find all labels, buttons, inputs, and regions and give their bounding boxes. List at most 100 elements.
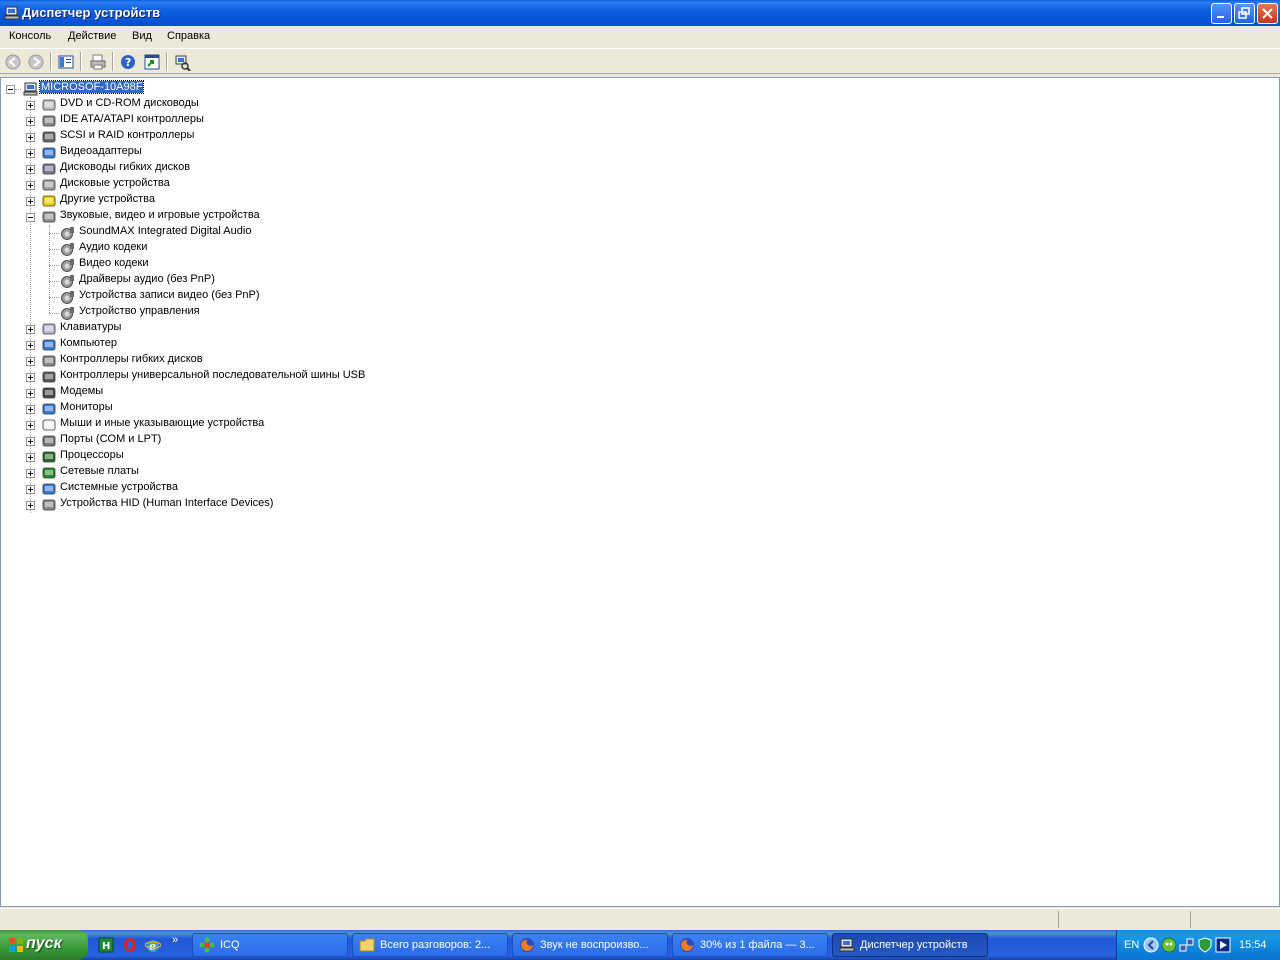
export-icon xyxy=(144,54,160,70)
category-expand-toggle[interactable] xyxy=(26,357,35,366)
tree-root-collapse-toggle[interactable] xyxy=(6,85,15,94)
category-expand-toggle[interactable] xyxy=(26,469,35,478)
category-expand-toggle[interactable] xyxy=(26,117,35,126)
menu-action[interactable]: Действие xyxy=(66,30,118,42)
category-label[interactable]: Компьютер xyxy=(59,337,118,349)
category-label[interactable]: Контроллеры гибких дисков xyxy=(59,353,204,365)
svg-text:Н: Н xyxy=(102,941,110,952)
hid-icon xyxy=(42,499,56,511)
category-expand-toggle[interactable] xyxy=(26,389,35,398)
forward-button[interactable] xyxy=(27,53,45,71)
menu-bar: Консоль Действие Вид Справка xyxy=(0,26,1280,48)
category-expand-toggle[interactable] xyxy=(26,197,35,206)
windows-flag-icon xyxy=(9,938,23,952)
svg-text:?: ? xyxy=(125,56,131,69)
print-button[interactable] xyxy=(89,53,107,71)
category-expand-toggle[interactable] xyxy=(26,453,35,462)
quicklaunch-green-app-icon[interactable]: Н xyxy=(98,937,114,953)
device-label[interactable]: Видео кодеки xyxy=(78,257,150,269)
category-label[interactable]: Видеоадаптеры xyxy=(59,145,143,157)
task-label: Диспетчер устройств xyxy=(860,939,968,951)
category-label[interactable]: Модемы xyxy=(59,385,104,397)
device-manager-icon xyxy=(839,938,855,952)
restore-icon xyxy=(1238,7,1250,19)
export-button[interactable] xyxy=(143,53,161,71)
category-expand-toggle[interactable] xyxy=(26,181,35,190)
opera-icon[interactable] xyxy=(122,937,138,953)
dvd-drive-icon xyxy=(42,99,56,111)
category-label[interactable]: Другие устройства xyxy=(59,193,156,205)
menu-view[interactable]: Вид xyxy=(130,30,154,42)
display-adapter-icon xyxy=(42,147,56,159)
window-title-bar[interactable]: Диспетчер устройств xyxy=(0,0,1280,26)
category-expand-toggle[interactable] xyxy=(26,405,35,414)
taskbar-button-firefox-download[interactable]: 30% из 1 файла — 3... xyxy=(672,933,828,957)
category-collapse-toggle[interactable] xyxy=(26,213,35,222)
device-label[interactable]: Драйверы аудио (без PnP) xyxy=(78,273,216,285)
scan-hardware-button[interactable] xyxy=(173,53,191,71)
category-expand-toggle[interactable] xyxy=(26,133,35,142)
category-expand-toggle[interactable] xyxy=(26,373,35,382)
start-button[interactable]: пуск xyxy=(0,930,88,960)
scsi-controller-icon xyxy=(42,131,56,143)
sound-device-icon xyxy=(61,307,74,320)
category-label[interactable]: Клавиатуры xyxy=(59,321,122,333)
taskbar-button-icq[interactable]: ICQ xyxy=(192,933,348,957)
back-button[interactable] xyxy=(4,53,22,71)
device-tree[interactable]: MICROSOF-10A98F DVD и CD-ROM дисководы IDE… xyxy=(0,77,1280,907)
category-label[interactable]: Сетевые платы xyxy=(59,465,140,477)
sound-device-icon xyxy=(61,259,74,272)
minimize-button[interactable] xyxy=(1211,3,1232,24)
category-label[interactable]: Дисковые устройства xyxy=(59,177,171,189)
tray-collapse-icon[interactable] xyxy=(1143,937,1159,953)
category-label[interactable]: Контроллеры универсальной последовательн… xyxy=(59,369,366,381)
restore-button[interactable] xyxy=(1234,3,1255,24)
category-label[interactable]: Устройства HID (Human Interface Devices) xyxy=(59,497,274,509)
help-button[interactable]: ? xyxy=(119,53,137,71)
category-label[interactable]: Процессоры xyxy=(59,449,125,461)
close-button[interactable] xyxy=(1257,3,1278,24)
category-expand-toggle[interactable] xyxy=(26,149,35,158)
minimize-icon xyxy=(1217,16,1224,18)
category-label[interactable]: Мониторы xyxy=(59,401,114,413)
category-expand-toggle[interactable] xyxy=(26,485,35,494)
firefox-icon xyxy=(520,938,534,952)
category-label[interactable]: IDE ATA/ATAPI контроллеры xyxy=(59,113,205,125)
category-expand-toggle[interactable] xyxy=(26,437,35,446)
keyboard-icon xyxy=(42,323,56,335)
menu-console[interactable]: Консоль xyxy=(7,30,53,42)
language-indicator[interactable]: EN xyxy=(1124,939,1139,951)
network-icon[interactable] xyxy=(1179,937,1195,953)
category-expand-toggle[interactable] xyxy=(26,101,35,110)
category-label[interactable]: Порты (COM и LPT) xyxy=(59,433,162,445)
internet-explorer-icon[interactable]: e xyxy=(145,937,161,953)
tray-app-icon[interactable] xyxy=(1161,937,1177,953)
show-hide-console-tree-button[interactable] xyxy=(57,53,75,71)
category-label[interactable]: Системные устройства xyxy=(59,481,179,493)
menu-help[interactable]: Справка xyxy=(165,30,212,42)
taskbar-button-firefox-sound[interactable]: Звук не воспроизво... xyxy=(512,933,668,957)
device-label[interactable]: Устройства записи видео (без PnP) xyxy=(78,289,261,301)
category-label[interactable]: SCSI и RAID контроллеры xyxy=(59,129,195,141)
quicklaunch-more-icon[interactable]: » xyxy=(172,934,178,946)
show-hide-console-tree-icon xyxy=(58,55,74,69)
taskbar-button-conversations[interactable]: Всего разговоров: 2... xyxy=(352,933,508,957)
category-label[interactable]: Звуковые, видео и игровые устройства xyxy=(59,209,261,221)
security-shield-icon[interactable] xyxy=(1197,937,1213,953)
category-label[interactable]: DVD и CD-ROM дисководы xyxy=(59,97,200,109)
category-label[interactable]: Мыши и иные указывающие устройства xyxy=(59,417,265,429)
forward-icon xyxy=(28,54,44,70)
media-play-icon[interactable] xyxy=(1215,937,1231,953)
category-label[interactable]: Дисководы гибких дисков xyxy=(59,161,191,173)
device-label[interactable]: SoundMAX Integrated Digital Audio xyxy=(78,225,252,237)
device-label[interactable]: Аудио кодеки xyxy=(78,241,148,253)
category-expand-toggle[interactable] xyxy=(26,165,35,174)
category-expand-toggle[interactable] xyxy=(26,501,35,510)
category-expand-toggle[interactable] xyxy=(26,325,35,334)
device-label[interactable]: Устройство управления xyxy=(78,305,201,317)
sound-device-icon xyxy=(61,227,74,240)
category-expand-toggle[interactable] xyxy=(26,341,35,350)
taskbar-button-device-manager[interactable]: Диспетчер устройств xyxy=(832,933,988,957)
tree-root-label[interactable]: MICROSOF-10A98F xyxy=(38,80,145,94)
category-expand-toggle[interactable] xyxy=(26,421,35,430)
